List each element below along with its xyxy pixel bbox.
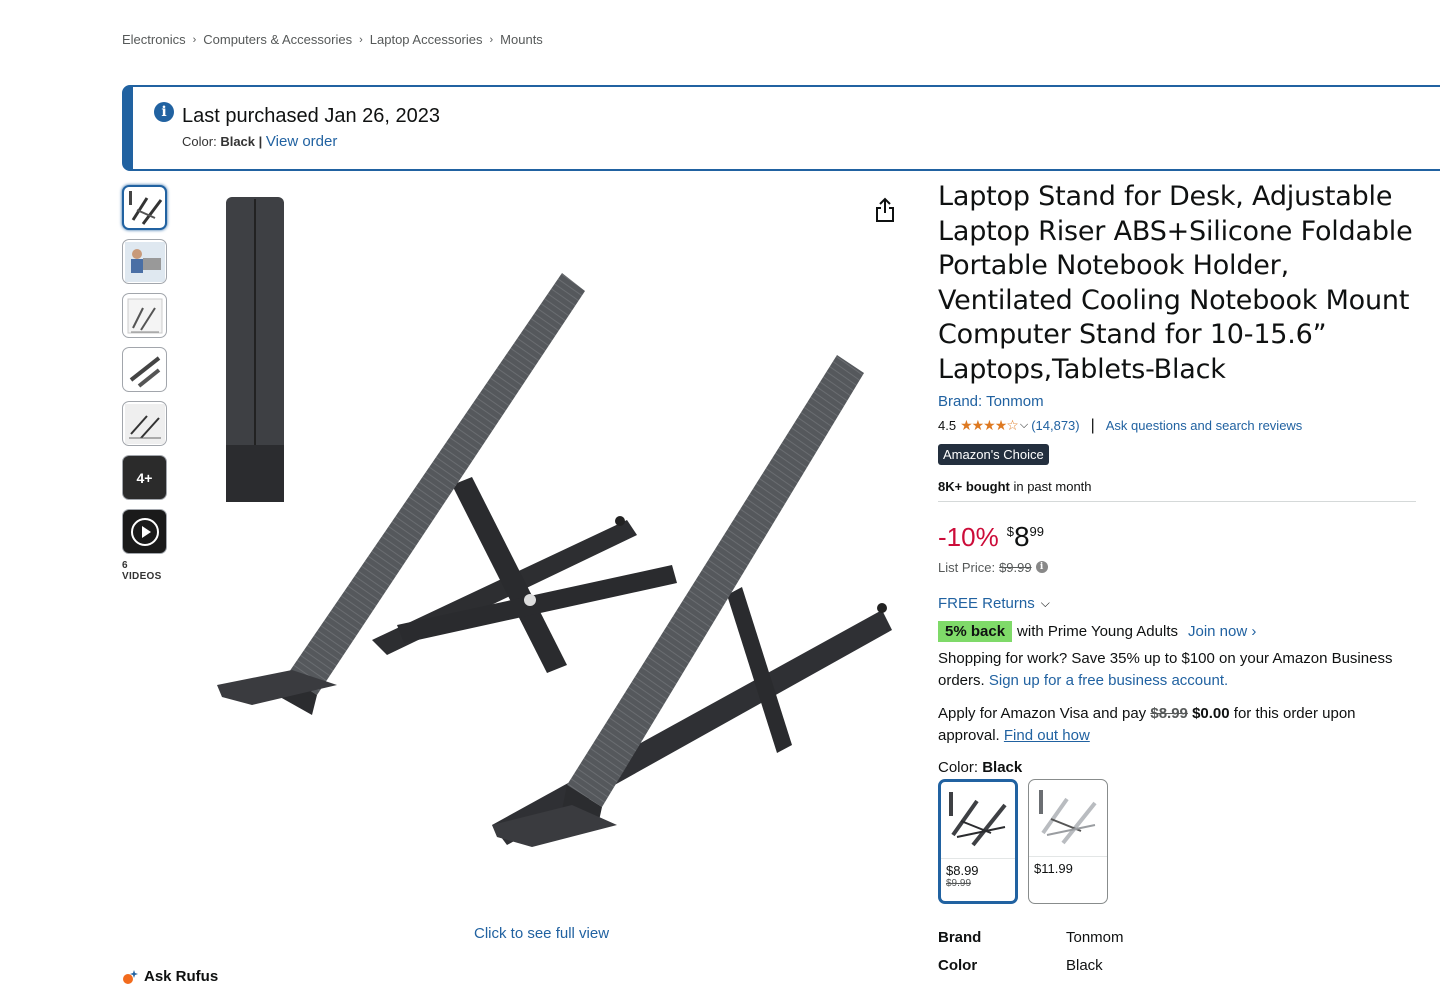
join-now-link[interactable]: Join now ›: [1188, 623, 1256, 640]
thumbnail-video[interactable]: [122, 509, 167, 554]
spec-row-color: Color Black: [938, 952, 1418, 980]
main-product-image[interactable]: [172, 185, 912, 907]
prime-offer: 5% back with Prime Young Adults Join now…: [938, 620, 1418, 642]
ask-rufus-button[interactable]: Ask Rufus: [122, 968, 218, 985]
ask-rufus-label: Ask Rufus: [144, 968, 219, 985]
thumbnail-more[interactable]: 4+: [122, 455, 167, 500]
spec-row-brand: Brand Tonmom: [938, 924, 1418, 952]
view-order-link[interactable]: View order: [266, 133, 337, 150]
chevron-down-icon[interactable]: ⌵: [1020, 419, 1028, 432]
breadcrumb: Electronics › Computers & Accessories › …: [122, 32, 543, 47]
breadcrumb-electronics[interactable]: Electronics: [122, 32, 186, 47]
alert-color-label: Color:: [182, 134, 217, 149]
cashback-badge: 5% back: [938, 620, 1013, 642]
swatch-silver[interactable]: $11.99: [1028, 778, 1108, 904]
visa-text-before: Apply for Amazon Visa and pay: [938, 704, 1151, 722]
last-purchased-details: Color: Black | View order: [182, 133, 337, 150]
thumbnail-2[interactable]: [122, 239, 167, 284]
spec-key: Brand: [938, 929, 982, 947]
spec-value: Tonmom: [1066, 929, 1124, 947]
product-specs: Brand Tonmom Color Black: [938, 924, 1418, 980]
list-price: List Price: $9.99 i: [938, 560, 1418, 575]
free-returns-dropdown[interactable]: FREE Returns ⌵: [938, 595, 1418, 612]
side-thumbnail-icon: [124, 403, 165, 444]
color-value: Black: [982, 758, 1023, 776]
visa-old-price: $8.99: [1150, 704, 1188, 722]
color-selection-label: Color: Black: [938, 759, 1418, 776]
swatch-black-old-price: $9.99: [946, 877, 972, 889]
breadcrumb-mounts[interactable]: Mounts: [500, 32, 543, 47]
swatch-silver-image: [1029, 780, 1107, 857]
prime-offer-text: with Prime Young Adults: [1017, 622, 1178, 640]
find-out-how-link[interactable]: Find out how: [1004, 727, 1090, 744]
thumbnail-4[interactable]: [122, 347, 167, 392]
free-returns-label: FREE Returns: [938, 594, 1035, 612]
alert-color-value: Black: [220, 134, 256, 149]
business-signup-link[interactable]: Sign up for a free business account.: [989, 672, 1228, 689]
bought-count: 8K+ bought: [938, 478, 1010, 494]
folded-thumbnail-icon: [129, 355, 160, 388]
thumbnail-strip: 4+ 6 VIDEOS: [122, 185, 168, 582]
product-title: Laptop Stand for Desk, Adjustable Laptop…: [938, 181, 1413, 385]
breadcrumb-separator: ›: [489, 33, 494, 46]
star-rating-icon[interactable]: ★★★★☆: [960, 417, 1019, 434]
price-currency: $: [1006, 523, 1014, 539]
ask-questions-link[interactable]: Ask questions and search reviews: [1106, 418, 1303, 433]
color-swatches: $8.99 $9.99 $11.99: [938, 778, 1418, 904]
last-purchased-title: Last purchased Jan 26, 2023: [182, 105, 440, 127]
thumbnail-1[interactable]: [122, 185, 167, 230]
lifestyle-thumbnail-icon: [124, 241, 165, 282]
list-price-value: $9.99: [999, 559, 1032, 575]
list-price-label: List Price:: [938, 559, 996, 575]
price-row: -10% $ 8 99: [938, 520, 1418, 554]
price-whole: 8: [1013, 520, 1030, 552]
price-fraction: 99: [1029, 523, 1044, 539]
visa-offer: Apply for Amazon Visa and pay $8.99 $0.0…: [938, 703, 1418, 747]
discount-percent: -10%: [938, 521, 999, 552]
share-icon[interactable]: [874, 197, 896, 223]
videos-label[interactable]: 6 VIDEOS: [122, 560, 168, 582]
info-icon[interactable]: i: [1035, 561, 1048, 574]
swatch-black-image: [941, 782, 1015, 859]
spec-value: Black: [1066, 957, 1103, 975]
rufus-icon: [123, 969, 138, 984]
info-icon: i: [154, 102, 174, 122]
stand-thumbnail-icon: [128, 190, 162, 225]
alert-divider: |: [258, 134, 263, 149]
swatch-black[interactable]: $8.99 $9.99: [938, 778, 1018, 904]
visa-new-price: $0.00: [1192, 704, 1230, 722]
last-purchased-alert: i Last purchased Jan 26, 2023 Color: Bla…: [122, 85, 1440, 171]
play-icon: [130, 517, 159, 546]
breadcrumb-separator: ›: [359, 33, 363, 46]
business-offer: Shopping for work? Save 35% up to $100 o…: [938, 648, 1418, 692]
swatch-silver-price: $11.99: [1034, 860, 1073, 876]
rating-value: 4.5: [938, 418, 957, 434]
dimension-thumbnail-icon: [127, 298, 162, 333]
amazons-choice-badge[interactable]: Amazon's Choice: [938, 443, 1049, 465]
rating-row: 4.5 ★★★★☆ ⌵ (14,873) | Ask questions and…: [938, 416, 1418, 436]
rating-count-link[interactable]: (14,873): [1031, 418, 1079, 433]
breadcrumb-separator: ›: [192, 33, 197, 46]
thumbnail-3[interactable]: [122, 293, 167, 338]
bought-suffix: in past month: [1009, 478, 1092, 494]
color-label: Color:: [938, 758, 979, 776]
thumbnail-5[interactable]: [122, 401, 167, 446]
more-images-count: 4+: [136, 469, 153, 486]
breadcrumb-laptop-accessories[interactable]: Laptop Accessories: [370, 32, 483, 47]
divider: |: [1090, 416, 1095, 434]
breadcrumb-computers[interactable]: Computers & Accessories: [203, 32, 352, 47]
full-view-link[interactable]: Click to see full view: [474, 925, 609, 942]
swatch-black-price: $8.99: [946, 862, 979, 878]
spec-key: Color: [938, 957, 978, 975]
brand-link[interactable]: Brand: Tonmom: [938, 393, 1418, 410]
chevron-down-icon: ⌵: [1040, 595, 1050, 610]
product-details: Laptop Stand for Desk, Adjustable Laptop…: [938, 180, 1418, 980]
bought-in-past-month: 8K+ bought in past month: [938, 479, 1416, 502]
